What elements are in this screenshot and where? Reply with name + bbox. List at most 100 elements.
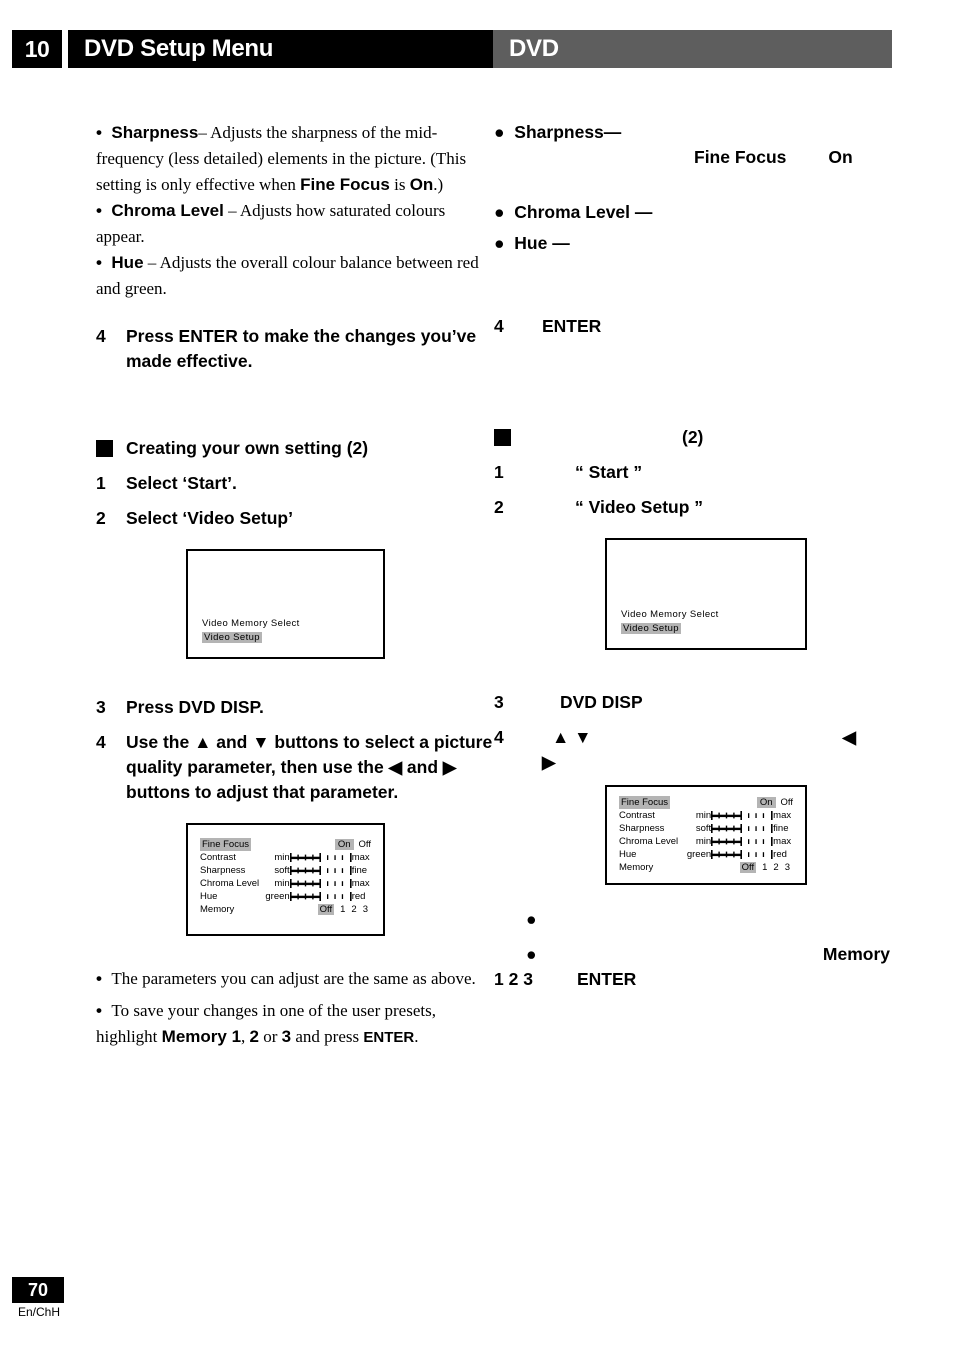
square-bullet-icon <box>96 440 113 457</box>
dash: — <box>552 233 570 253</box>
osd-value-off[interactable]: Off <box>354 839 372 850</box>
step-number: 4 <box>494 316 504 336</box>
osd-slider-chroma-level[interactable] <box>289 877 352 890</box>
bullet-term: Sharpness <box>111 123 199 142</box>
osd-menu-screen-text: Video Memory Select Video Setup <box>202 617 300 645</box>
osd-slider-hue[interactable] <box>289 890 352 903</box>
osd-row-contrast: Contrast min max <box>619 809 793 822</box>
bullet-dot: ● <box>494 202 515 222</box>
step-4-enter-cn: 4 ENTER <box>494 314 894 339</box>
osd-memory-preset-1[interactable]: 1 <box>762 862 767 873</box>
bullet-text-3: .) <box>433 175 444 194</box>
osd-label-sharpness: Sharpness <box>200 865 246 876</box>
osd-slider-sharpness[interactable] <box>711 822 773 835</box>
bullet-dot: ● <box>526 909 537 929</box>
slider-graphic <box>711 824 773 833</box>
enter-label: ENTER <box>576 969 637 989</box>
osd-max-label-hue: red <box>351 891 366 902</box>
step-text-left-arrow: ◀ <box>842 727 856 747</box>
osd-value-on[interactable]: On <box>334 839 354 850</box>
osd-memory-off[interactable]: Off <box>317 904 335 915</box>
dash: — <box>634 202 653 222</box>
osd-menu-screen-right: Video Memory Select Video Setup <box>605 538 807 650</box>
osd-max-label-contrast: max <box>773 810 792 821</box>
osd-max-label-contrast: max <box>351 852 370 863</box>
osd-max-label-chroma-level: max <box>773 836 792 847</box>
bullet-dot: • <box>96 253 112 272</box>
note-text-4: and press <box>291 1027 364 1046</box>
bullet-dot: • <box>96 1001 112 1020</box>
step-number: 4 <box>494 727 504 747</box>
bullet-dot: • <box>96 123 112 142</box>
osd-slider-hue[interactable] <box>711 848 773 861</box>
osd-memory-preset-3[interactable]: 3 <box>785 862 790 873</box>
osd-memory-preset-1[interactable]: 1 <box>340 904 345 915</box>
step-number: 3 <box>96 697 106 717</box>
osd-row-sharpness: Sharpness soft fine <box>200 864 371 877</box>
bullet-dot: • <box>96 969 112 988</box>
osd-value-on[interactable]: On <box>756 797 776 808</box>
inline-bold-on: On <box>828 147 853 167</box>
osd-label-hue: Hue <box>200 891 218 902</box>
section-heading-label: Creating your own setting (2) <box>126 438 369 458</box>
step-number: 2 <box>494 497 504 517</box>
osd-min-label-contrast: min <box>274 852 290 863</box>
chapter-number: 10 <box>12 30 62 68</box>
bullet-term: Chroma Level <box>111 201 224 220</box>
step-4-use-arrow-buttons: 4 Use the ▲ and ▼ buttons to select a pi… <box>96 730 496 805</box>
dash: – <box>198 123 207 142</box>
osd-memory-off[interactable]: Off <box>739 862 757 873</box>
osd-slider-contrast[interactable] <box>289 851 352 864</box>
osd-menu-line-video-memory-select: Video Memory Select <box>621 609 719 620</box>
step-3-dvd-disp-cn: 3 DVD DISP <box>494 690 894 715</box>
note-parameters-same-as-above: • The parameters you can adjust are the … <box>96 966 496 992</box>
note-text-3: or <box>259 1027 282 1046</box>
osd-label-contrast: Contrast <box>619 810 655 821</box>
step-number: 4 <box>96 732 106 752</box>
note-bold-enter: ENTER <box>363 1029 415 1046</box>
bullet-sharpness-cn: ● Sharpness— <box>494 120 894 145</box>
square-bullet-icon <box>494 429 511 446</box>
note-bold-3: 3 <box>281 1027 292 1046</box>
inline-bold-fine-focus: Fine Focus <box>300 175 390 194</box>
osd-label-chroma-level: Chroma Level <box>200 878 260 889</box>
language-code: En/ChH <box>18 1305 61 1319</box>
osd-row-chroma-level: Chroma Level min max <box>619 835 793 848</box>
osd-row-memory: Memory Off 1 2 3 <box>200 903 371 916</box>
osd-slider-chroma-level[interactable] <box>711 835 773 848</box>
bullet-dot: ● <box>494 122 515 142</box>
bullet-term: Chroma Level <box>514 202 631 222</box>
osd-memory-preset-2[interactable]: 2 <box>773 862 778 873</box>
osd-value-off[interactable]: Off <box>776 797 794 808</box>
bullet-text-2: is <box>389 175 410 194</box>
bullet-dot: • <box>96 201 112 220</box>
step-text: Select ‘Video Setup’ <box>126 508 293 528</box>
step-1-select-start-cn: 1 “ Start ” <box>494 460 894 485</box>
step-3-press-dvd-disp: 3 Press DVD DISP. <box>96 695 496 720</box>
step-text: ▲ ▼ <box>552 727 592 747</box>
osd-memory-preset-3[interactable]: 3 <box>363 904 368 915</box>
osd-label-chroma-level: Chroma Level <box>619 836 679 847</box>
slider-graphic <box>711 850 773 859</box>
note-save-changes-memory: • To save your changes in one of the use… <box>96 998 496 1051</box>
osd-max-label-chroma-level: max <box>351 878 370 889</box>
osd-label-memory: Memory <box>200 904 235 915</box>
osd-min-label-hue: green <box>686 849 712 860</box>
slider-graphic <box>289 853 352 862</box>
osd-slider-contrast[interactable] <box>711 809 773 822</box>
slider-graphic <box>289 892 352 901</box>
osd-parameter-table: Fine Focus On Off Contrast min max Sharp… <box>619 796 793 874</box>
osd-min-label-hue: green <box>265 891 290 902</box>
step-text: “ Video Setup ” <box>575 497 704 517</box>
osd-row-hue: Hue green red <box>200 890 371 903</box>
note-bold-2: 2 <box>249 1027 259 1046</box>
osd-slider-sharpness[interactable] <box>289 864 352 877</box>
osd-min-label-sharpness: soft <box>274 865 290 876</box>
left-column: • Sharpness– Adjusts the sharpness of th… <box>96 120 496 1051</box>
section-heading-creating-your-own-setting: Creating your own setting (2) <box>96 436 496 461</box>
right-column: ● Sharpness— Fine Focus On ● Chroma Level… <box>494 120 894 992</box>
osd-memory-preset-2[interactable]: 2 <box>351 904 356 915</box>
step-2-select-video-setup: 2 Select ‘Video Setup’ <box>96 506 496 531</box>
bullet-hue-cn: ● Hue — <box>494 231 894 256</box>
step-2-select-video-setup-cn: 2 “ Video Setup ” <box>494 495 894 520</box>
